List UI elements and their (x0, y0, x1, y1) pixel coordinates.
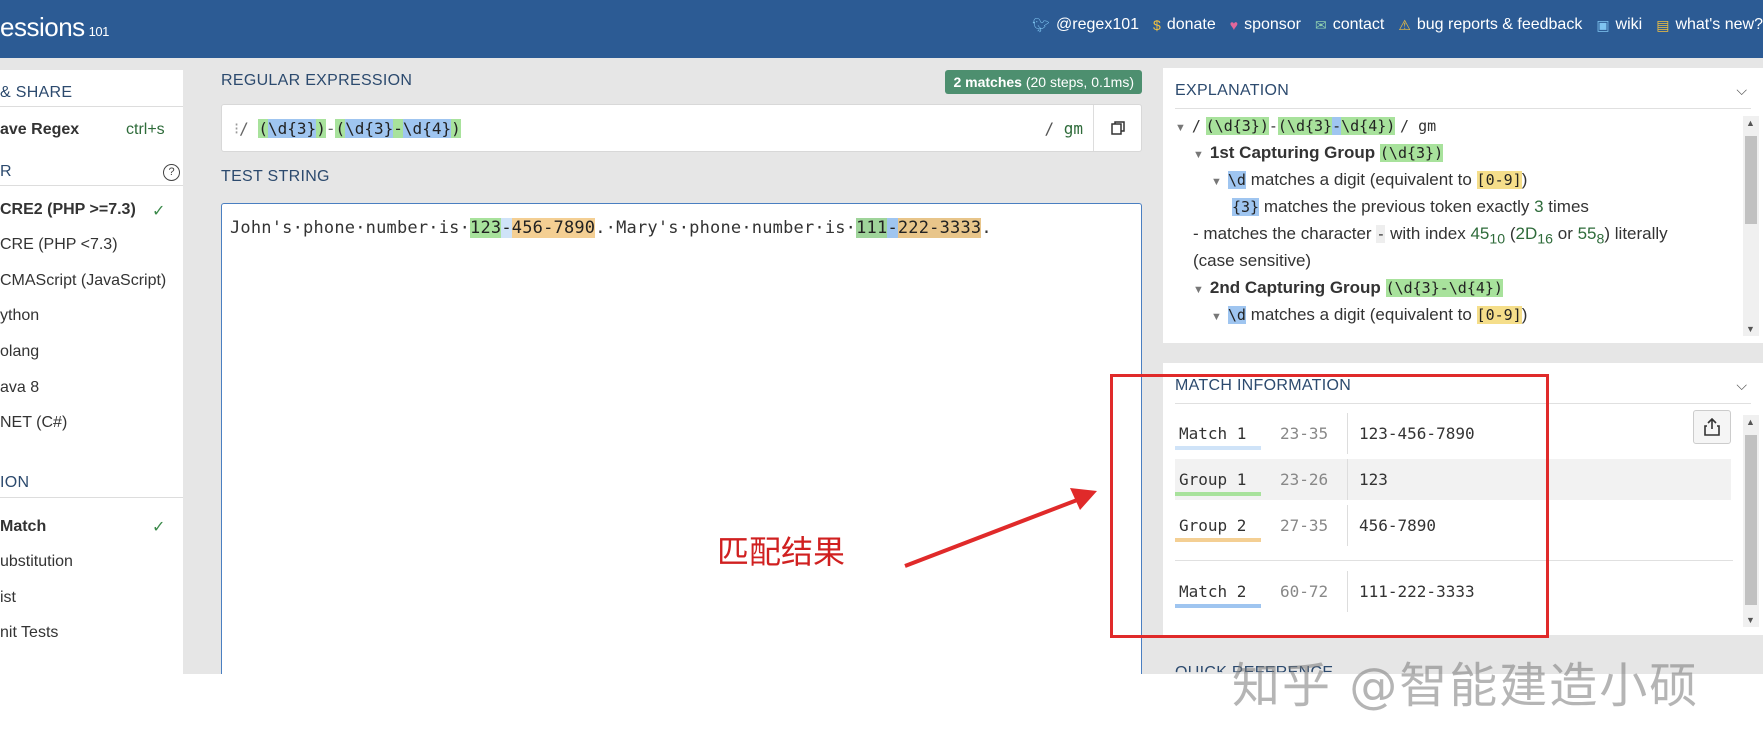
annotation-label: 匹配结果 (717, 533, 846, 571)
annotation-arrow (904, 488, 1097, 568)
watermark: 知乎 @智能建造小硕 (1232, 658, 1700, 714)
